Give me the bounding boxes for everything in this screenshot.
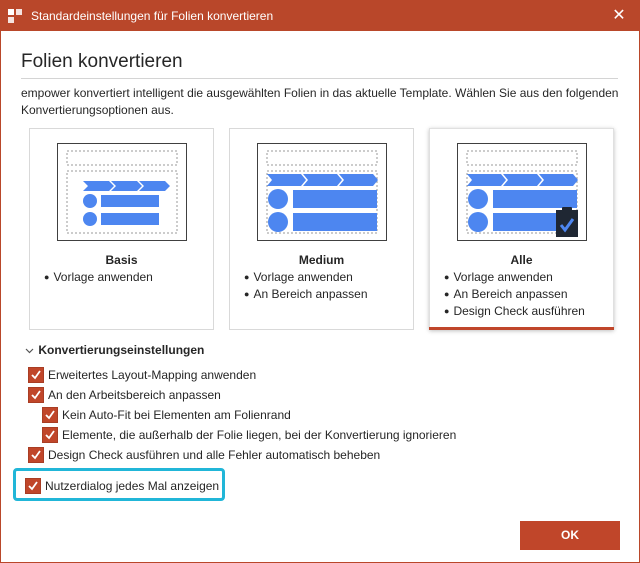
- option-bullets: Vorlage anwenden: [44, 269, 152, 286]
- checkbox-label: Nutzerdialog jedes Mal anzeigen: [45, 479, 220, 493]
- checkbox-layout-mapping[interactable]: [28, 367, 44, 383]
- clipboard-check-icon: [556, 207, 578, 237]
- option-card-alle[interactable]: Alle Vorlage anwenden An Bereich anpasse…: [429, 128, 614, 330]
- divider: [21, 78, 618, 79]
- page-title: Folien konvertieren: [21, 51, 183, 72]
- checkbox-no-autofit[interactable]: [42, 407, 58, 423]
- checkbox-label: Elemente, die außerhalb der Folie liegen…: [62, 428, 457, 442]
- option-card-basis[interactable]: Basis Vorlage anwenden: [29, 128, 214, 330]
- slide-preview-medium: [257, 143, 387, 241]
- bullet-item: Vorlage anwenden: [44, 269, 152, 286]
- checkmark-icon: [31, 370, 41, 380]
- checkbox-label: Design Check ausführen und alle Fehler a…: [48, 448, 381, 462]
- option-bullets: Vorlage anwenden An Bereich anpassen Des…: [444, 269, 585, 320]
- checkbox-label: Erweitertes Layout-Mapping anwenden: [48, 368, 257, 382]
- option-title: Basis: [105, 253, 138, 267]
- checkmark-icon: [28, 481, 38, 491]
- checkmark-icon: [45, 430, 55, 440]
- option-card-medium[interactable]: Medium Vorlage anwenden An Bereich anpas…: [229, 128, 414, 330]
- checkbox-label: Kein Auto-Fit bei Elementen am Folienran…: [62, 408, 291, 422]
- checkbox-design-check[interactable]: [28, 447, 44, 463]
- bullet-item: Vorlage anwenden: [444, 269, 585, 286]
- checkbox-fit-workspace[interactable]: [28, 387, 44, 403]
- dialog-window: Standardeinstellungen für Folien konvert…: [0, 0, 640, 563]
- settings-section-header[interactable]: Konvertierungseinstellungen: [25, 343, 204, 357]
- settings-section-title: Konvertierungseinstellungen: [38, 343, 205, 357]
- close-icon[interactable]: ✕: [599, 1, 639, 31]
- empower-app-icon: [8, 9, 22, 23]
- bullet-item: Vorlage anwenden: [244, 269, 368, 286]
- checkmark-icon: [45, 410, 55, 420]
- checkmark-icon: [31, 450, 41, 460]
- bullet-item: Design Check ausführen: [444, 303, 584, 320]
- slide-preview-basis: [57, 143, 187, 241]
- selected-indicator: [429, 327, 614, 330]
- checkbox-ignore-offslide[interactable]: [42, 427, 58, 443]
- checkmark-icon: [31, 390, 41, 400]
- chevron-down-icon: [25, 343, 35, 357]
- description-text: empower konvertiert intelligent die ausg…: [21, 86, 619, 117]
- ok-button[interactable]: OK: [520, 521, 620, 550]
- bullet-item: An Bereich anpassen: [444, 286, 585, 303]
- checkbox-show-dialog[interactable]: [25, 478, 41, 494]
- option-title: Medium: [298, 253, 345, 267]
- option-title: Alle: [510, 253, 533, 267]
- bullet-item: An Bereich anpassen: [244, 286, 367, 303]
- window-title: Standardeinstellungen für Folien konvert…: [31, 9, 274, 23]
- option-bullets: Vorlage anwenden An Bereich anpassen: [244, 269, 368, 303]
- checkbox-label: An den Arbeitsbereich anpassen: [48, 388, 221, 402]
- title-bar: Standardeinstellungen für Folien konvert…: [1, 1, 639, 31]
